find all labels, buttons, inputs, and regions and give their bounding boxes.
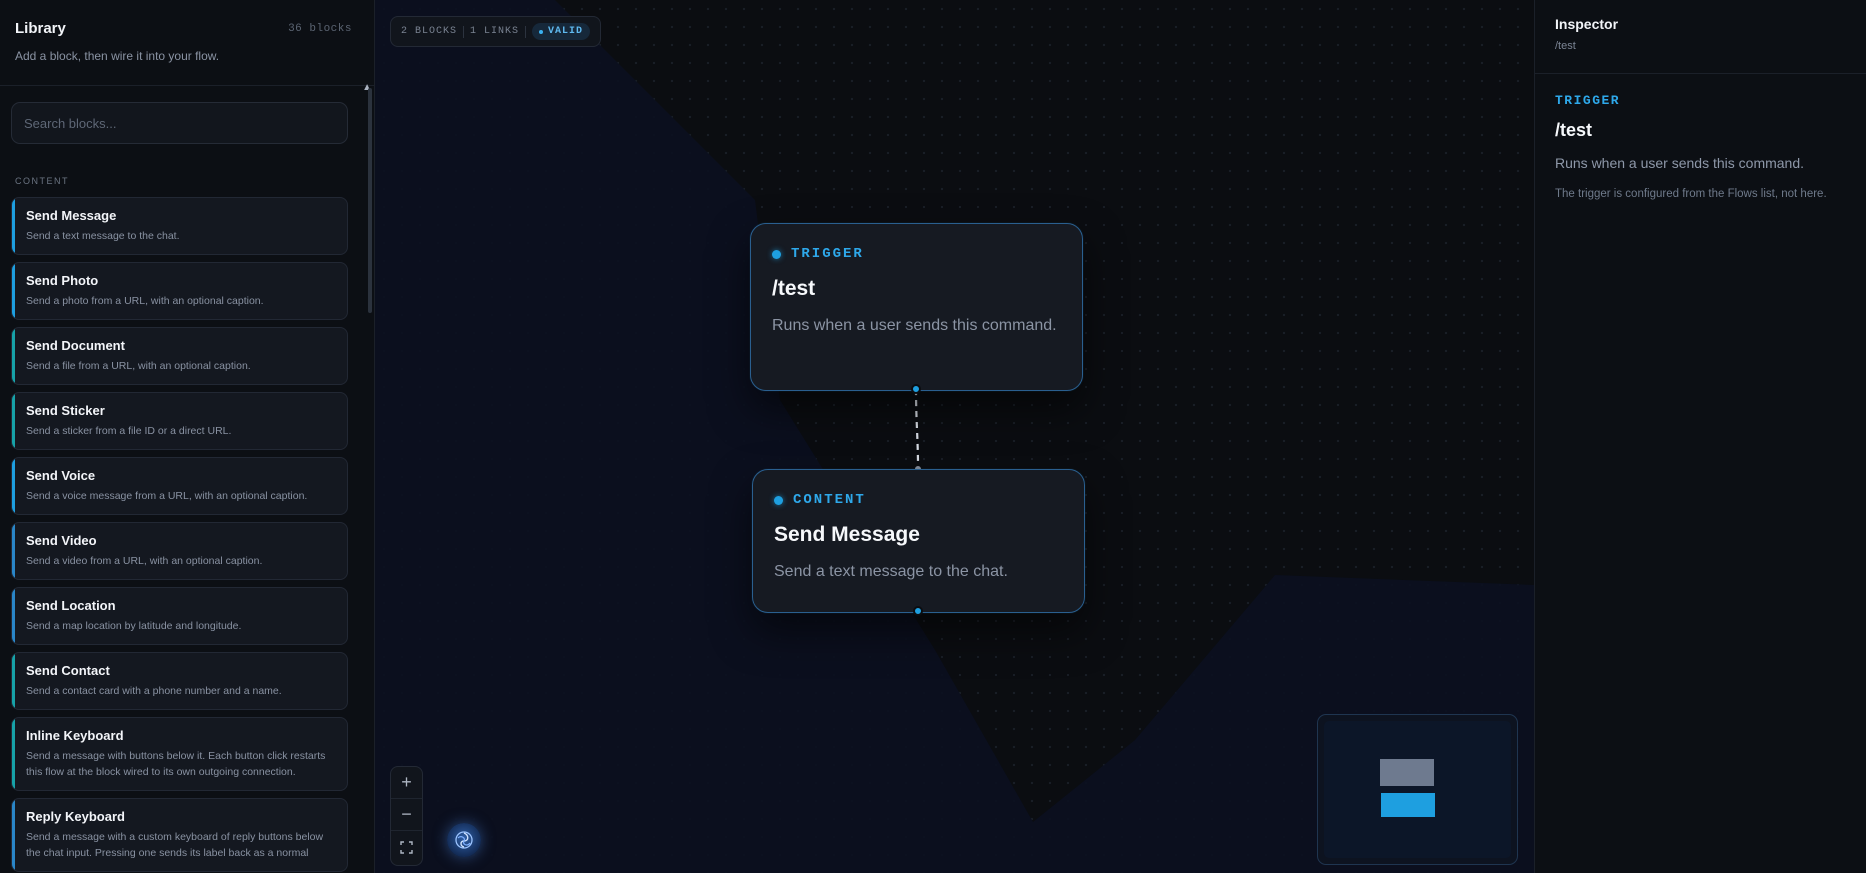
block-name: Send Message [26,208,117,223]
library-scrollbar[interactable] [368,88,372,313]
block-card-inline-keyboard[interactable]: Inline Keyboard Send a message with butt… [11,717,348,791]
block-description: Send a video from a URL, with an optiona… [26,555,263,567]
zoom-in-button[interactable]: + [391,767,422,799]
block-card-send-video[interactable]: Send Video Send a video from a URL, with… [11,522,348,580]
zoom-controls: + − [390,766,423,866]
library-header: Library 36 blocks Add a block, then wire… [0,0,374,86]
block-card-send-message[interactable]: Send Message Send a text message to the … [11,197,348,255]
block-name: Send Document [26,338,125,353]
flow-canvas[interactable]: 2 BLOCKS 1 LINKS VALID TRIGGER /test Run… [375,0,1534,873]
block-name: Send Contact [26,663,110,678]
content-node[interactable]: CONTENT Send Message Send a text message… [752,469,1085,613]
inspector-title: Inspector [1555,16,1619,32]
node-description: Runs when a user sends this command. [772,317,1057,334]
block-card-send-location[interactable]: Send Location Send a map location by lat… [11,587,348,645]
block-card-send-contact[interactable]: Send Contact Send a contact card with a … [11,652,348,710]
kind-dot-icon [772,249,781,259]
inspector-subtitle: /test [1555,40,1576,52]
content-output-port[interactable] [913,606,923,616]
trigger-node[interactable]: TRIGGER /test Runs when a user sends thi… [750,223,1083,391]
app-logo-icon[interactable] [447,823,481,857]
inspector-panel: Inspector /test TRIGGER /test Runs when … [1534,0,1866,873]
node-kind-label: TRIGGER [772,246,1062,262]
node-title: Send Message [774,523,920,546]
fit-view-button[interactable] [391,831,422,863]
library-block-count: 36 blocks [288,23,352,35]
fit-view-icon [400,840,413,854]
block-card-send-voice[interactable]: Send Voice Send a voice message from a U… [11,457,348,515]
block-description: Send a text message to the chat. [26,230,180,242]
library-body: CONTENT Send Message Send a text message… [0,87,365,873]
block-description: Send a sticker from a file ID or a direc… [26,425,232,437]
block-name: Reply Keyboard [26,809,125,824]
block-name: Send Voice [26,468,96,483]
swirl-icon [455,831,473,849]
node-description: Send a text message to the chat. [774,563,1008,580]
kind-dot-icon [774,495,783,505]
inspector-body: TRIGGER /test Runs when a user sends thi… [1535,74,1866,219]
block-name: Send Location [26,598,116,613]
node-kind-label: CONTENT [774,492,1064,508]
inspector-block-name: /test [1555,120,1593,140]
block-description: Send a contact card with a phone number … [26,685,282,697]
section-label-content: CONTENT [15,176,69,186]
search-blocks-input[interactable] [11,102,348,144]
block-description: Send a photo from a URL, with an optiona… [26,295,264,307]
minimap-content-node [1381,793,1435,817]
block-description: Send a voice message from a URL, with an… [26,490,308,502]
zoom-out-button[interactable]: − [391,799,422,831]
node-kind-text: CONTENT [793,492,866,508]
minimap[interactable] [1317,714,1518,865]
inspector-kind: TRIGGER [1555,93,1621,108]
block-card-reply-keyboard[interactable]: Reply Keyboard Send a message with a cus… [11,798,348,872]
block-name: Inline Keyboard [26,728,124,743]
block-description: Send a map location by latitude and long… [26,620,242,632]
block-description: Send a file from a URL, with an optional… [26,360,251,372]
library-panel: Library 36 blocks Add a block, then wire… [0,0,375,873]
inspector-header: Inspector /test [1535,0,1866,74]
minimap-viewport [1324,721,1511,858]
block-description: Send a message with buttons below it. Ea… [26,750,326,778]
block-card-send-photo[interactable]: Send Photo Send a photo from a URL, with… [11,262,348,320]
block-card-send-document[interactable]: Send Document Send a file from a URL, wi… [11,327,348,385]
block-name: Send Video [26,533,97,548]
node-kind-text: TRIGGER [791,246,864,262]
block-name: Send Photo [26,273,99,288]
block-description: Send a message with a custom keyboard of… [26,831,324,859]
inspector-description: Runs when a user sends this command. [1555,155,1805,171]
inspector-note: The trigger is configured from the Flows… [1555,188,1827,200]
block-card-send-sticker[interactable]: Send Sticker Send a sticker from a file … [11,392,348,450]
block-name: Send Sticker [26,403,105,418]
minimap-trigger-node [1380,759,1434,786]
trigger-output-port[interactable] [911,384,921,394]
library-subtitle: Add a block, then wire it into your flow… [15,49,220,63]
node-title: /test [772,277,816,300]
block-list: Send Message Send a text message to the … [11,197,348,873]
